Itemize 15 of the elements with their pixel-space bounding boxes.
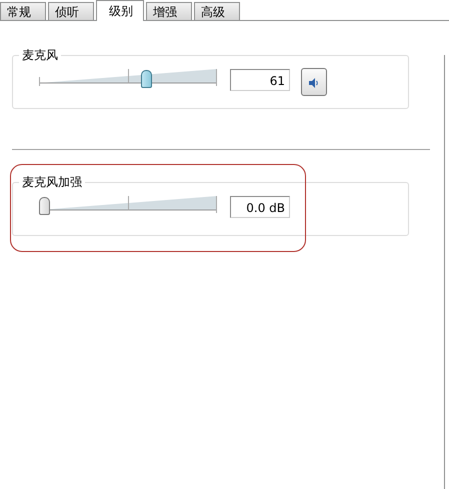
value-field[interactable]: 61 <box>230 69 290 91</box>
value-field[interactable]: 0.0 dB <box>230 196 290 218</box>
slider-thumb[interactable] <box>140 70 152 88</box>
tab[interactable]: 高级 <box>194 2 240 20</box>
group-label: 麦克风 <box>19 47 61 63</box>
slider-thumb[interactable] <box>39 197 50 215</box>
tab[interactable]: 常规 <box>0 2 46 20</box>
slider[interactable] <box>39 66 217 86</box>
tab[interactable]: 侦听 <box>48 2 94 20</box>
tab[interactable]: 级别 <box>96 0 144 21</box>
speaker-button[interactable] <box>301 68 327 96</box>
group-label: 麦克风加强 <box>19 174 85 190</box>
tab[interactable]: 增强 <box>146 2 192 20</box>
slider[interactable] <box>39 193 217 213</box>
speaker-icon <box>308 76 320 89</box>
